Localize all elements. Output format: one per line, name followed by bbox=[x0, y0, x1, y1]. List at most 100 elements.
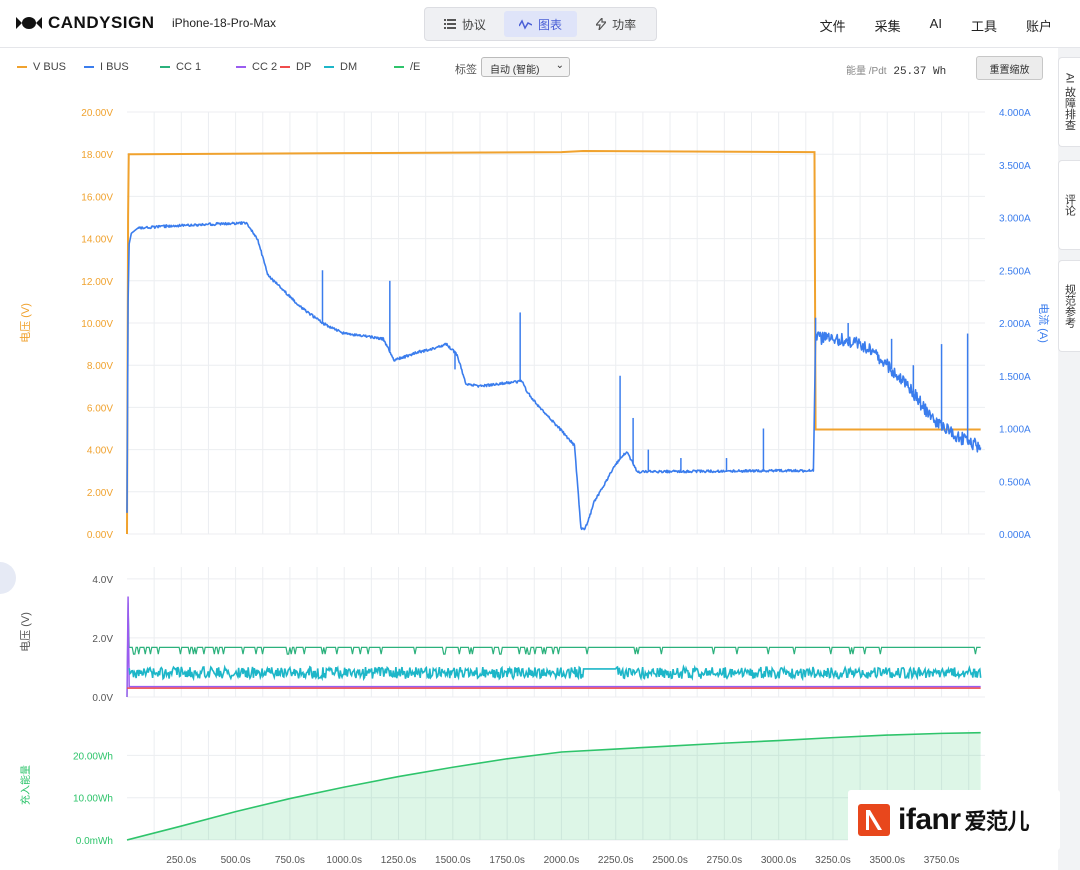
legend-item[interactable]: I BUS bbox=[84, 61, 129, 73]
menu-capture[interactable]: 采集 bbox=[875, 16, 901, 35]
y-tick-label: 10.00Wh bbox=[73, 794, 113, 805]
y-tick-label: 12.00V bbox=[81, 277, 113, 288]
y2-tick-label: 1.000A bbox=[999, 425, 1031, 436]
select-value: 自动 (智能) bbox=[490, 65, 539, 76]
energy-value: 25.37 Wh bbox=[893, 66, 946, 78]
brand-name: CANDYSIGN bbox=[48, 13, 155, 33]
side-tab-ai-troubleshoot[interactable]: AI 故障排查 bbox=[1058, 57, 1080, 147]
tab-power[interactable]: 功率 bbox=[579, 11, 653, 37]
legend-toolbar: V BUS I BUS CC 1 CC 2 DP DM/E 标签 自动 (智能) ⌄ 能量… bbox=[0, 48, 1058, 88]
top-bar: CANDYSIGN iPhone-18-Pro-Max 协议 图表 功率 文件 … bbox=[0, 0, 1080, 48]
legend-swatch bbox=[236, 66, 246, 68]
legend-label: V BUS bbox=[33, 61, 66, 73]
x-tick-label: 2250.0s bbox=[598, 855, 634, 866]
legend-item[interactable]: /E bbox=[394, 61, 420, 73]
y2-tick-label: 3.500A bbox=[999, 161, 1031, 172]
bolt-icon bbox=[596, 18, 606, 30]
y-tick-label: 8.00V bbox=[87, 361, 113, 372]
legend-swatch bbox=[324, 66, 334, 68]
x-tick-label: 2500.0s bbox=[652, 855, 688, 866]
watermark-text: ifanr 爱范儿 bbox=[898, 803, 1029, 837]
tab-protocol[interactable]: 协议 bbox=[428, 11, 502, 37]
y-tick-label: 18.00V bbox=[81, 150, 113, 161]
label-mode-select[interactable]: 自动 (智能) ⌄ bbox=[481, 57, 570, 77]
y-axis-label: 电压 (V) bbox=[19, 612, 32, 652]
legend-label: DM bbox=[340, 61, 357, 73]
x-tick-label: 3500.0s bbox=[869, 855, 905, 866]
legend-swatch bbox=[394, 66, 404, 68]
y-tick-label: 0.0mWh bbox=[76, 836, 113, 847]
menu-tools[interactable]: 工具 bbox=[971, 16, 997, 35]
tab-chart[interactable]: 图表 bbox=[504, 11, 578, 37]
legend-swatch bbox=[17, 66, 27, 68]
y-axis-label: 电压 (V) bbox=[19, 303, 32, 343]
x-tick-label: 500.0s bbox=[221, 855, 251, 866]
legend-item[interactable]: DP bbox=[280, 61, 311, 73]
y-tick-label: 20.00Wh bbox=[73, 751, 113, 762]
x-tick-label: 1000.0s bbox=[326, 855, 362, 866]
x-tick-label: 3250.0s bbox=[815, 855, 851, 866]
y-tick-label: 0.00V bbox=[87, 530, 113, 541]
side-tab-spec-reference[interactable]: 规范参考 bbox=[1058, 260, 1080, 352]
y-tick-label: 0.0V bbox=[92, 693, 113, 704]
y-tick-label: 2.00V bbox=[87, 488, 113, 499]
x-tick-label: 3750.0s bbox=[924, 855, 960, 866]
main-menu: 文件 采集 AI 工具 账户 bbox=[820, 16, 1052, 35]
legend-item[interactable]: DM bbox=[324, 61, 357, 73]
y-tick-label: 14.00V bbox=[81, 235, 113, 246]
legend-label: CC 2 bbox=[252, 61, 277, 73]
y2-tick-label: 3.000A bbox=[999, 214, 1031, 225]
menu-file[interactable]: 文件 bbox=[820, 16, 846, 35]
y-tick-label: 10.00V bbox=[81, 319, 113, 330]
x-tick-label: 3000.0s bbox=[761, 855, 797, 866]
brand-logo[interactable]: CANDYSIGN bbox=[16, 13, 155, 33]
y2-tick-label: 2.500A bbox=[999, 266, 1031, 277]
y2-axis-label: 电流 (A) bbox=[1037, 303, 1051, 343]
watermark: ifanr 爱范儿 bbox=[848, 790, 1060, 850]
candy-icon bbox=[16, 16, 42, 30]
energy-label: 能量 /Pdt bbox=[846, 66, 887, 77]
energy-readout: 能量 /Pdt 25.37 Wh bbox=[846, 62, 946, 78]
y-tick-label: 2.0V bbox=[92, 634, 113, 645]
menu-account[interactable]: 账户 bbox=[1026, 16, 1052, 35]
legend-label: DP bbox=[296, 61, 311, 73]
tab-label: 功率 bbox=[612, 16, 636, 33]
ifanr-logo-icon bbox=[858, 804, 890, 836]
x-tick-label: 2750.0s bbox=[707, 855, 743, 866]
x-tick-label: 2000.0s bbox=[544, 855, 580, 866]
x-tick-label: 250.0s bbox=[166, 855, 196, 866]
legend-label: I BUS bbox=[100, 61, 129, 73]
tab-label: 图表 bbox=[538, 16, 562, 33]
y2-tick-label: 1.500A bbox=[999, 372, 1031, 383]
y-tick-label: 4.00V bbox=[87, 446, 113, 457]
y2-tick-label: 2.000A bbox=[999, 319, 1031, 330]
y-tick-label: 20.00V bbox=[81, 108, 113, 119]
label-word: 标签 bbox=[455, 61, 477, 77]
x-tick-label: 1500.0s bbox=[435, 855, 471, 866]
device-name: iPhone-18-Pro-Max bbox=[172, 16, 276, 30]
legend-label: /E bbox=[410, 61, 420, 73]
legend-swatch bbox=[84, 66, 94, 68]
y2-tick-label: 0.500A bbox=[999, 477, 1031, 488]
list-icon bbox=[444, 19, 456, 29]
y2-tick-label: 4.000A bbox=[999, 108, 1031, 119]
x-tick-label: 1750.0s bbox=[489, 855, 525, 866]
legend-item[interactable]: CC 2 bbox=[236, 61, 277, 73]
legend-item[interactable]: CC 1 bbox=[160, 61, 201, 73]
view-tabs: 协议 图表 功率 bbox=[424, 7, 657, 41]
y-tick-label: 16.00V bbox=[81, 192, 113, 203]
x-tick-label: 750.0s bbox=[275, 855, 305, 866]
y-axis-label: 充入能量 bbox=[19, 765, 32, 805]
menu-ai[interactable]: AI bbox=[930, 16, 942, 35]
charts-area[interactable]: 0.00V 2.00V 4.00V 6.00V 8.00V 10.00V 12.00V 14.… bbox=[0, 87, 1058, 870]
reset-zoom-button[interactable]: 重置缩放 bbox=[976, 56, 1043, 80]
chart-line-icon bbox=[519, 19, 532, 30]
legend-swatch bbox=[280, 66, 290, 68]
legend-item[interactable]: V BUS bbox=[17, 61, 66, 73]
legend-label: CC 1 bbox=[176, 61, 201, 73]
legend-swatch bbox=[160, 66, 170, 68]
tab-label: 协议 bbox=[462, 16, 486, 33]
side-tab-comments[interactable]: 评论 bbox=[1058, 160, 1080, 250]
chevron-down-icon: ⌄ bbox=[556, 60, 564, 71]
y2-tick-label: 0.000A bbox=[999, 530, 1031, 541]
